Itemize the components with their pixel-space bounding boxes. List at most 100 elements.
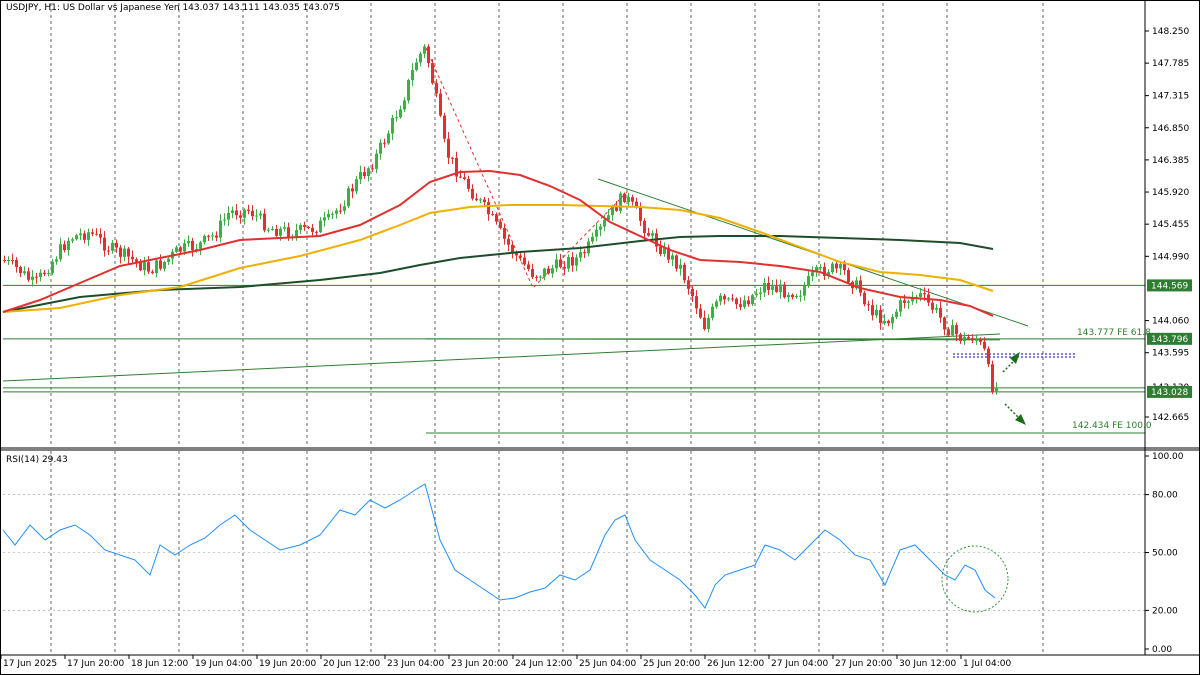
- candle-bull: [763, 282, 766, 293]
- time-tick-label: 19 Jun 04:00: [195, 659, 252, 669]
- candle-bear: [859, 280, 862, 293]
- candle-bull: [603, 219, 606, 227]
- candle-bear: [955, 325, 958, 335]
- candle-bull: [627, 197, 630, 202]
- rsi-tick-label: 80.00: [1152, 491, 1178, 501]
- candle-bull: [279, 228, 282, 236]
- candle-bear: [695, 296, 698, 309]
- price-level-tag-label: 143.796: [1151, 335, 1188, 345]
- candle-bull: [123, 248, 126, 257]
- price-axis: 148.250 147.785 147.315 146.850 146.385 145.9…: [1145, 27, 1192, 423]
- candle-bear: [499, 221, 502, 228]
- candle-bear: [95, 233, 98, 235]
- candle-bear: [767, 282, 770, 290]
- candle-bear: [783, 284, 786, 298]
- candle-bear: [675, 255, 678, 269]
- candle-bull: [79, 233, 82, 236]
- candle-bear: [987, 348, 990, 365]
- candle-bear: [871, 305, 874, 316]
- candle-bear: [159, 260, 162, 269]
- up-arrow-line: [1002, 359, 1016, 373]
- candle-bear: [887, 320, 890, 324]
- rsi-axis: 100.00 80.00 50.00 20.00 0.00: [1145, 452, 1184, 655]
- candle-bear: [503, 227, 506, 239]
- candle-bear: [151, 271, 154, 274]
- candle-bear: [939, 308, 942, 318]
- candle-bear: [623, 193, 626, 202]
- candle-bull: [51, 261, 54, 274]
- candle-bear: [83, 233, 86, 240]
- candle-bear: [19, 266, 22, 274]
- candle-bear: [459, 176, 462, 178]
- candle-bull: [243, 209, 246, 218]
- candles: [3, 44, 998, 395]
- candle-bull: [543, 268, 546, 277]
- candle-bear: [275, 228, 278, 236]
- candle-bear: [631, 197, 634, 202]
- ma-fast-line: [2, 169, 994, 317]
- candle-bear: [731, 298, 734, 300]
- candle-bear: [351, 188, 354, 192]
- down-arrow-line: [1004, 403, 1019, 418]
- candle-bear: [287, 227, 290, 238]
- candle-bull: [347, 188, 350, 207]
- candle-bear: [91, 232, 94, 234]
- candle-bull: [935, 308, 938, 310]
- candle-bear: [363, 172, 366, 177]
- candle-bull: [539, 276, 542, 278]
- candle-bull: [839, 263, 842, 269]
- candle-bear: [431, 63, 434, 84]
- candle-bull: [223, 219, 226, 221]
- candle-bear: [923, 293, 926, 295]
- candle-bear: [235, 210, 238, 216]
- candle-bear: [523, 257, 526, 265]
- candle-bear: [835, 263, 838, 269]
- candle-bear: [135, 259, 138, 262]
- candle-bull: [679, 264, 682, 269]
- candle-bear: [3, 260, 6, 262]
- candle-bull: [111, 242, 114, 251]
- candle-bull: [71, 239, 74, 241]
- moving-averages: [2, 169, 994, 317]
- candle-bull: [895, 311, 898, 318]
- candle-bull: [23, 271, 26, 274]
- candle-bull: [387, 133, 390, 144]
- candle-bull: [719, 295, 722, 302]
- candle-bull: [403, 100, 406, 110]
- price-tick-label: 144.990: [1152, 252, 1189, 262]
- candle-bull: [567, 257, 570, 269]
- candle-bear: [247, 209, 250, 211]
- candle-bear: [99, 233, 102, 238]
- candle-bear: [903, 300, 906, 303]
- candle-bull: [355, 179, 358, 192]
- candle-bull: [391, 117, 394, 134]
- candle-bull: [963, 337, 966, 341]
- candle-bear: [263, 213, 266, 231]
- candle-bull: [219, 220, 222, 238]
- candle-bull: [75, 235, 78, 240]
- price-tick-label: 146.850: [1152, 124, 1189, 134]
- candle-bull: [975, 339, 978, 341]
- candle-bear: [447, 138, 450, 158]
- candle-bear: [435, 83, 438, 94]
- candle-bull: [479, 199, 482, 201]
- candle-bull: [779, 284, 782, 292]
- candle-bull: [787, 294, 790, 298]
- candle-bull: [755, 293, 758, 296]
- candle-bear: [427, 46, 430, 64]
- time-tick-label: 19 Jun 20:00: [259, 659, 316, 669]
- candle-bear: [439, 93, 442, 116]
- candle-bear: [191, 240, 194, 251]
- candle-bear: [683, 264, 686, 281]
- candle-bear: [443, 115, 446, 139]
- candle-bear: [487, 202, 490, 215]
- time-tick-label: 17 Jun 20:00: [67, 659, 124, 669]
- price-tick-label: 143.595: [1152, 349, 1189, 359]
- candle-bear: [639, 207, 642, 221]
- candle-bull: [143, 262, 146, 271]
- candle-bear: [371, 168, 374, 170]
- candle-bull: [919, 293, 922, 297]
- price-chart[interactable]: 148.250 147.785 147.315 146.850 146.385 145.9…: [0, 0, 1200, 675]
- candle-bull: [267, 229, 270, 231]
- time-tick-label: 24 Jun 12:00: [515, 659, 572, 669]
